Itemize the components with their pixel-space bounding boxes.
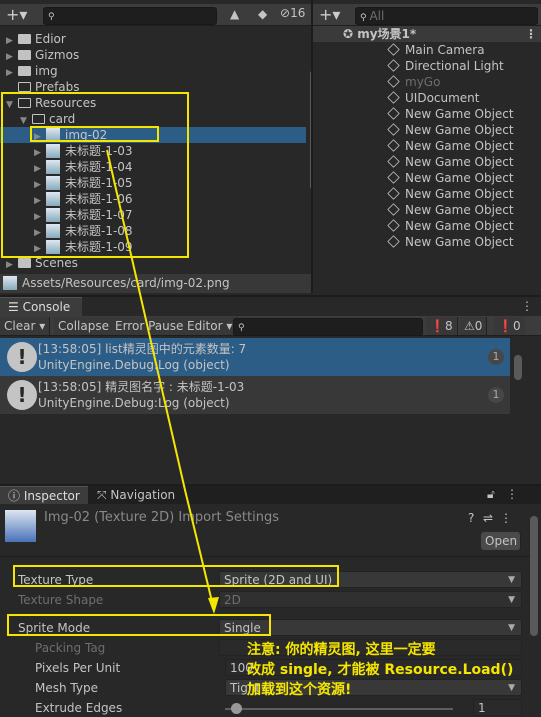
annotation-note: 注意: 你的精灵图, 这里一定要 改成 single, 才能被 Resource… — [247, 642, 514, 698]
annotation-arrow — [106, 149, 219, 614]
